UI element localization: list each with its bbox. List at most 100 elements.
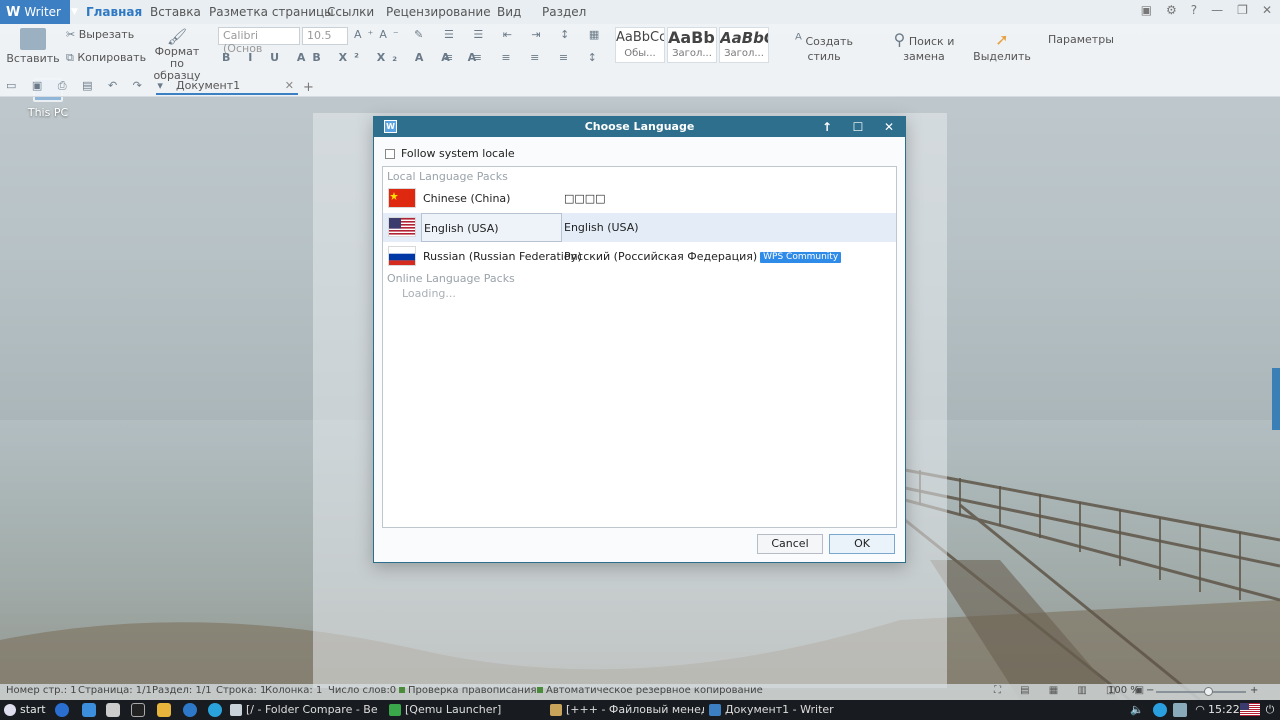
- document-tab[interactable]: Документ1 ✕: [156, 79, 298, 95]
- style-sample: AaBbC: [720, 29, 768, 47]
- minimize-icon[interactable]: —: [1211, 3, 1223, 17]
- tab-section[interactable]: Раздел: [542, 5, 586, 19]
- zoom-out-icon[interactable]: −: [1146, 685, 1154, 696]
- info-launcher-icon[interactable]: [55, 703, 69, 717]
- zoom-in-icon[interactable]: +: [1250, 685, 1258, 696]
- task-file-manager[interactable]: [+++ - Файловый менедж...: [548, 701, 704, 719]
- autosave-toggle[interactable]: Автоматическое резервное копирование: [537, 685, 763, 696]
- style-heading-1[interactable]: AaBb( Загол...: [667, 27, 717, 63]
- start-label: start: [20, 703, 46, 716]
- task-label: [/ - Folder Compare - Bey...: [246, 703, 378, 716]
- tab-view[interactable]: Вид: [497, 5, 521, 19]
- style-sample: AaBbCcD: [616, 30, 664, 45]
- writer-logo-icon: W: [6, 4, 21, 20]
- volume-icon[interactable]: 🔈: [1130, 703, 1144, 717]
- font-size-select[interactable]: 10.5: [302, 27, 348, 45]
- binoculars-icon: ⚲: [893, 30, 906, 49]
- follow-system-locale-checkbox[interactable]: Follow system locale: [385, 147, 515, 160]
- language-row-russian[interactable]: Russian (Russian Federation) Русский (Ро…: [383, 242, 896, 271]
- start-icon: [4, 704, 16, 716]
- ok-button[interactable]: OK: [829, 534, 895, 554]
- terminal-launcher-icon[interactable]: [131, 703, 145, 717]
- restore-icon[interactable]: ❐: [1237, 3, 1248, 17]
- skin-icon[interactable]: ▣: [1141, 3, 1152, 17]
- task-writer[interactable]: Документ1 - Writer: [707, 701, 857, 719]
- ribbon-tabbar: W Writer ▼ Главная Вставка Разметка стра…: [0, 0, 1280, 24]
- language-row-chinese[interactable]: Chinese (China) □□□□: [383, 184, 896, 213]
- tab-insert[interactable]: Вставка: [150, 5, 201, 19]
- task-qemu-launcher[interactable]: [Qemu Launcher]: [387, 701, 537, 719]
- font-name-select[interactable]: Calibri (Основ: [218, 27, 300, 55]
- status-line: Строка: 1: [216, 685, 267, 696]
- list-buttons[interactable]: ☰ ☰ ⇤ ⇥ ↕ ▦: [444, 28, 607, 41]
- language-row-english[interactable]: English (USA) English (USA): [383, 213, 896, 242]
- cursor-icon: ➚: [995, 30, 1009, 49]
- spell-check-indicator: [399, 687, 405, 693]
- language-native-name: Русский (Российская Федерация): [564, 250, 758, 263]
- tab-references[interactable]: Ссылки: [327, 5, 374, 19]
- choose-language-dialog: W Choose Language ↑ ☐ ✕ Follow system lo…: [373, 116, 906, 563]
- zoom-level[interactable]: 100 %: [1108, 685, 1140, 696]
- close-tab-icon[interactable]: ✕: [285, 79, 294, 92]
- checkbox-box[interactable]: [385, 148, 395, 159]
- paste-button[interactable]: Вставить: [6, 28, 60, 65]
- document-tab-label: Документ1: [176, 79, 241, 92]
- copy-button[interactable]: ⧉ Копировать: [66, 51, 146, 65]
- find-replace-button[interactable]: ⚲ Поиск и замена: [880, 30, 968, 63]
- ribbon: W Writer ▼ Главная Вставка Разметка стра…: [0, 0, 1280, 97]
- skype-icon[interactable]: [1153, 703, 1167, 717]
- edge-launcher-icon[interactable]: [183, 703, 197, 717]
- network-launcher-icon[interactable]: [106, 703, 120, 717]
- app-menu-label: Writer: [24, 5, 61, 19]
- parameters-label: Параметры: [1048, 33, 1114, 46]
- close-dialog-icon[interactable]: ✕: [874, 117, 904, 137]
- scrollbar-thumb[interactable]: [1272, 368, 1280, 430]
- wifi-icon[interactable]: ◠: [1193, 703, 1207, 717]
- help-icon[interactable]: ?: [1191, 3, 1197, 17]
- dialog-titlebar[interactable]: W Choose Language ↑ ☐ ✕: [374, 117, 905, 137]
- clock[interactable]: 15:22: [1208, 700, 1240, 720]
- qemu-icon: [389, 704, 401, 716]
- folder-launcher-icon[interactable]: [157, 703, 171, 717]
- us-flag-icon: [388, 217, 416, 237]
- desktop-icon-label: This PC: [27, 106, 69, 119]
- style-heading-2[interactable]: AaBbC Загол...: [719, 27, 769, 63]
- spell-check-toggle[interactable]: Проверка правописания: [399, 685, 536, 696]
- style-icon: ᴬ: [795, 30, 802, 49]
- close-icon[interactable]: ✕: [1262, 3, 1272, 17]
- format-painter-button[interactable]: 🖌 Формат по образцу: [146, 28, 208, 82]
- new-tab-icon[interactable]: +: [303, 80, 314, 95]
- create-style-button[interactable]: ᴬ Создать стиль: [784, 30, 864, 63]
- cancel-button[interactable]: Cancel: [757, 534, 823, 554]
- keyboard-layout-flag-icon[interactable]: [1240, 703, 1260, 716]
- status-word-count: Число слов:0: [328, 685, 397, 696]
- status-section: Раздел: 1/1: [152, 685, 212, 696]
- pin-icon[interactable]: ↑: [812, 117, 842, 137]
- file-manager-icon: [550, 704, 562, 716]
- file-manager-launcher-icon[interactable]: [82, 703, 96, 717]
- app-menu-button[interactable]: W Writer ▼: [0, 0, 78, 24]
- parameters-button[interactable]: Параметры: [1048, 33, 1114, 46]
- quick-access-buttons[interactable]: ▭ ▣ ⎙ ▤ ↶ ↷ ▾: [6, 79, 169, 93]
- font-size-steppers[interactable]: A⁺A⁻ ✎: [354, 28, 429, 41]
- copy-label: Копировать: [77, 51, 147, 64]
- telegram-launcher-icon[interactable]: [208, 703, 222, 717]
- maximize-icon[interactable]: ☐: [843, 117, 873, 137]
- language-native-name: English (USA): [564, 221, 639, 234]
- select-button[interactable]: ➚ Выделить: [972, 30, 1032, 63]
- brush-icon: 🖌: [166, 27, 188, 46]
- tab-review[interactable]: Рецензирование: [386, 5, 491, 19]
- settings-icon[interactable]: ⚙: [1166, 3, 1177, 17]
- language-native-name: □□□□: [564, 192, 606, 205]
- task-folder-compare[interactable]: [/ - Folder Compare - Bey...: [228, 701, 378, 719]
- task-label: [+++ - Файловый менедж...: [566, 703, 704, 716]
- printer-icon[interactable]: [1173, 703, 1187, 717]
- zoom-slider[interactable]: [1156, 691, 1246, 693]
- cut-button[interactable]: ✂ Вырезать: [66, 28, 134, 41]
- zoom-slider-thumb[interactable]: [1204, 687, 1214, 696]
- power-icon[interactable]: ⏻: [1263, 703, 1277, 717]
- style-normal[interactable]: AaBbCcD Обы...: [615, 27, 665, 63]
- tab-home[interactable]: Главная: [86, 5, 142, 19]
- start-button[interactable]: start: [2, 700, 46, 720]
- tab-page-layout[interactable]: Разметка страницы: [209, 5, 334, 19]
